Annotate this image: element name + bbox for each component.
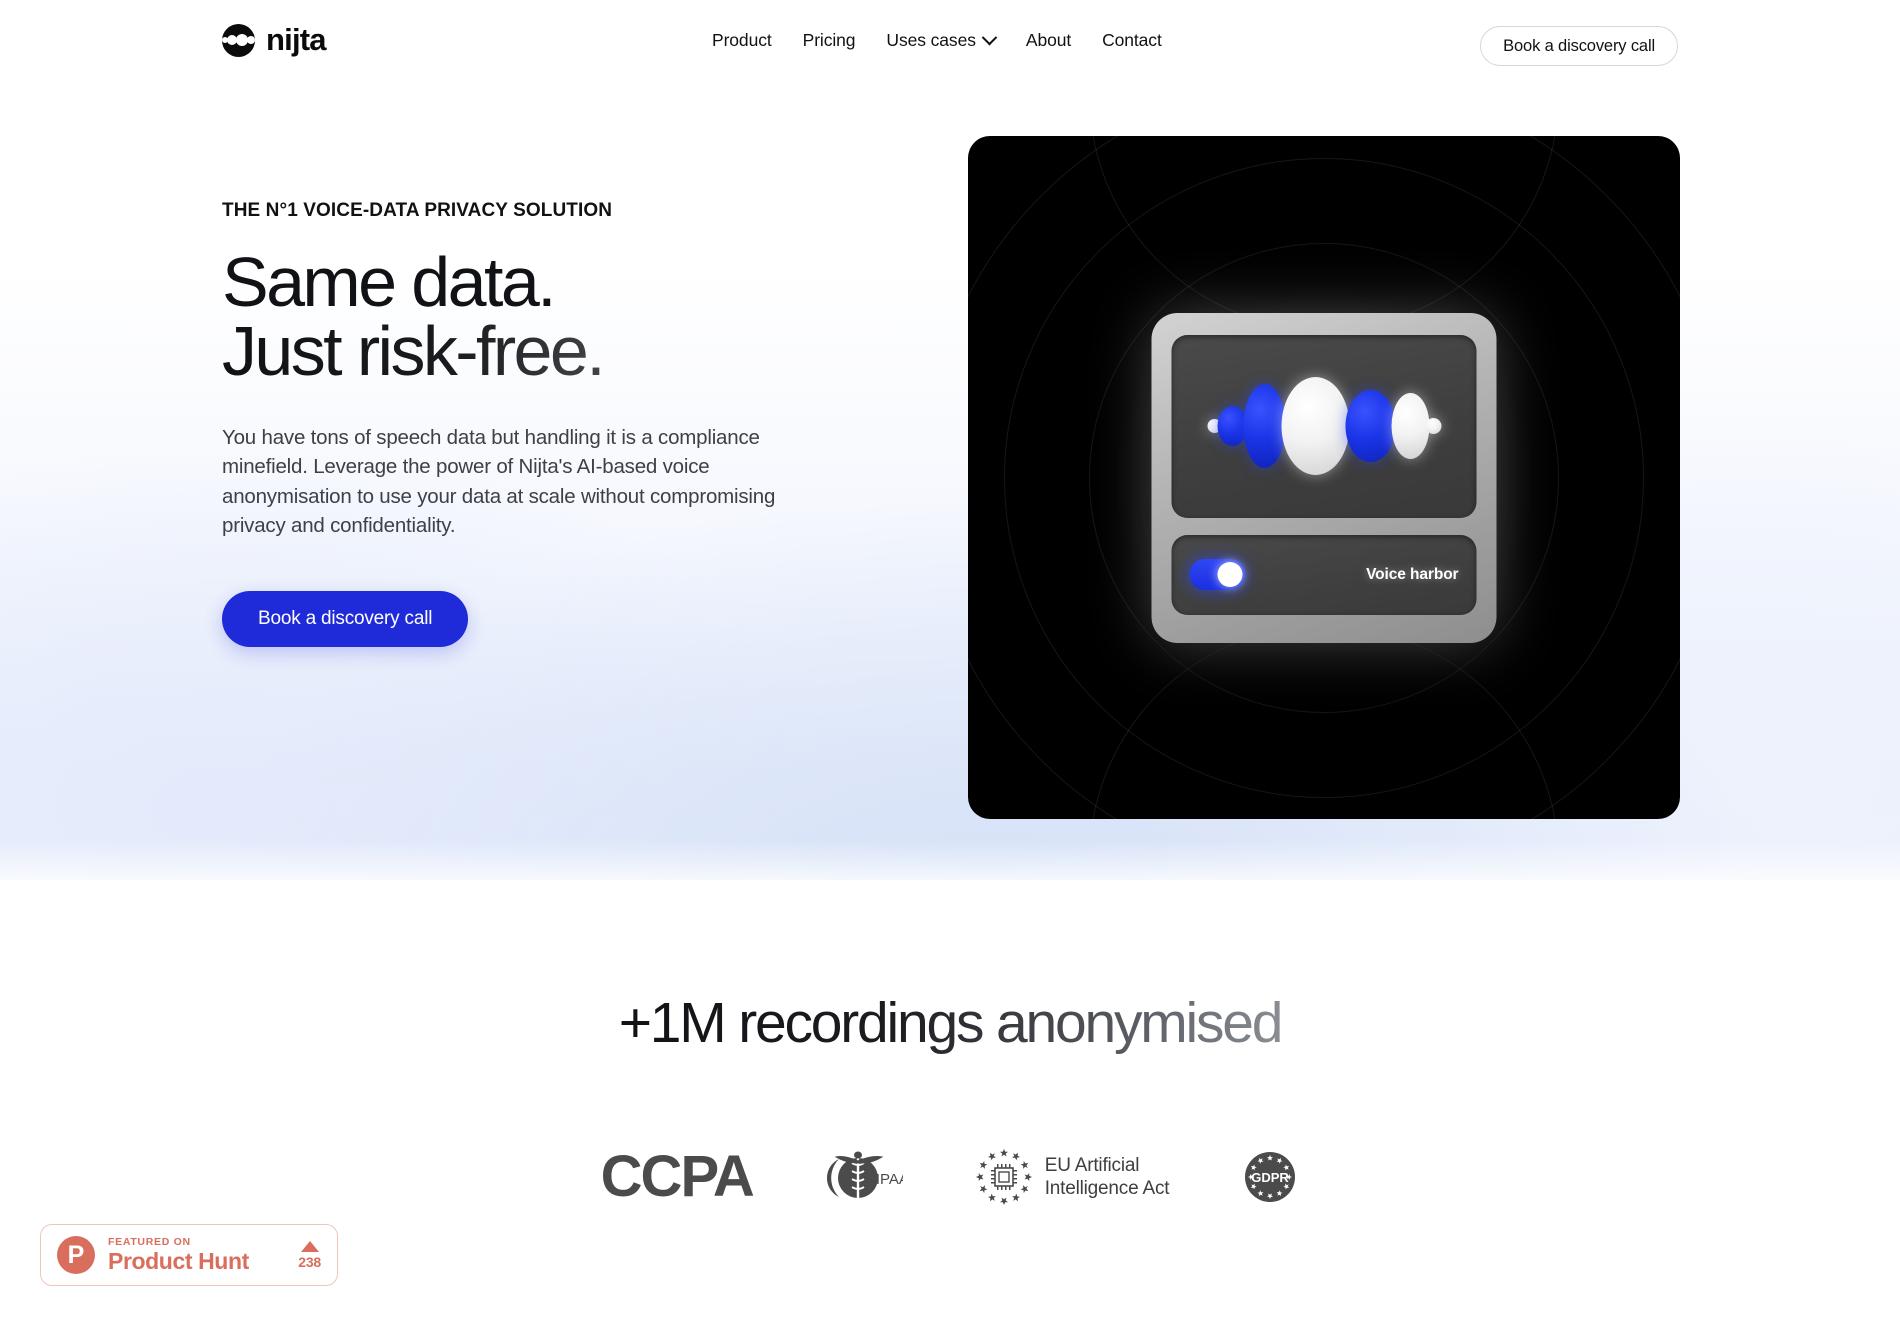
hipaa-label: HIPAA [865, 1171, 903, 1188]
hero-eyebrow: THE N°1 VOICE-DATA PRIVACY SOLUTION [222, 200, 613, 221]
nav-item-about[interactable]: About [1026, 30, 1071, 51]
eu-ai-act-label-line1: EU Artificial [1044, 1154, 1140, 1176]
gdpr-label: GDPR [1252, 1170, 1290, 1185]
social-proof-title: +1M recordings anonymised [618, 991, 1284, 1055]
compliance-logos: CCPA HIPAA [0, 1148, 1900, 1206]
nav-item-product[interactable]: Product [712, 30, 772, 51]
ccpa-label: CCPA [600, 1144, 755, 1209]
waveform-blob [1391, 393, 1429, 459]
nav-item-about-label: About [1025, 30, 1072, 50]
product-hunt-badge[interactable]: P FEATURED ON Product Hunt 238 [40, 1224, 338, 1286]
compliance-logo-gdpr: GDPR [1241, 1148, 1299, 1206]
gdpr-badge-icon: GDPR [1245, 1152, 1296, 1202]
product-hunt-texts: FEATURED ON Product Hunt [108, 1236, 285, 1274]
waveform-blob [1243, 384, 1285, 468]
waveform-screen [1171, 334, 1477, 518]
header-book-discovery-call-button[interactable]: Book a discovery call [1480, 26, 1678, 66]
nijta-waveform-circle-icon [222, 23, 255, 57]
voice-device-card: Voice harbor [1151, 312, 1497, 643]
voice-harbor-row: Voice harbor [1171, 534, 1477, 615]
hero-content: THE N°1 VOICE-DATA PRIVACY SOLUTION Same… [222, 200, 842, 647]
social-proof-section: +1M recordings anonymised [0, 990, 1900, 1056]
brand-name: nijta [266, 22, 327, 57]
voice-waveform [1207, 377, 1441, 475]
waveform-blob [1345, 390, 1395, 462]
hero-description: You have tons of speech data but handlin… [222, 425, 776, 538]
eu-stars-chip-icon [975, 1149, 1032, 1205]
eu-ai-act-label: EU Artificial Intelligence Act [1045, 1154, 1170, 1200]
brand-logo[interactable]: nijta [222, 22, 327, 58]
nav-item-contact[interactable]: Contact [1102, 30, 1162, 51]
nav-item-uses-cases-label: Uses cases [886, 30, 976, 50]
upvote-triangle-icon [300, 1240, 319, 1252]
voice-harbor-label: Voice harbor [1366, 565, 1459, 583]
hero-background-fade [0, 840, 1900, 910]
voice-harbor-toggle[interactable] [1189, 559, 1246, 590]
compliance-logo-eu-ai-act: EU Artificial Intelligence Act [975, 1148, 1170, 1206]
hero-visual: Voice harbor [968, 136, 1680, 819]
nav-item-contact-label: Contact [1102, 30, 1162, 50]
main-navigation: Product Pricing Uses cases About Contact [712, 29, 1162, 51]
nav-item-pricing[interactable]: Pricing [803, 30, 856, 51]
product-hunt-featured-label: FEATURED ON [108, 1236, 191, 1249]
product-hunt-name: Product Hunt [108, 1247, 249, 1274]
toggle-knob [1217, 562, 1243, 587]
waveform-blob [1425, 418, 1441, 434]
nav-item-product-label: Product [712, 30, 772, 50]
eu-ai-act-label-line2: Intelligence Act [1044, 1178, 1170, 1199]
product-hunt-icon: P [57, 1236, 95, 1274]
product-hunt-vote-count: 238 [298, 1253, 321, 1270]
site-header: nijta Product Pricing Uses cases About C… [0, 0, 1900, 90]
nav-item-uses-cases[interactable]: Uses cases [886, 29, 998, 51]
hero-headline-line1: Same data. [222, 243, 557, 321]
waveform-blob [1281, 377, 1349, 475]
hero-headline: Same data. Just risk-free. [222, 243, 842, 387]
compliance-logo-ccpa: CCPA [600, 1144, 755, 1209]
product-hunt-upvotes[interactable]: 238 [298, 1240, 321, 1270]
hero-headline-line2: Just risk-free. [222, 316, 842, 386]
nav-item-pricing-label: Pricing [802, 30, 856, 50]
hipaa-caduceus-icon: HIPAA [826, 1151, 903, 1199]
hero-book-discovery-call-button[interactable]: Book a discovery call [222, 590, 469, 647]
compliance-logo-hipaa: HIPAA [825, 1149, 903, 1205]
chevron-down-icon [981, 29, 998, 46]
